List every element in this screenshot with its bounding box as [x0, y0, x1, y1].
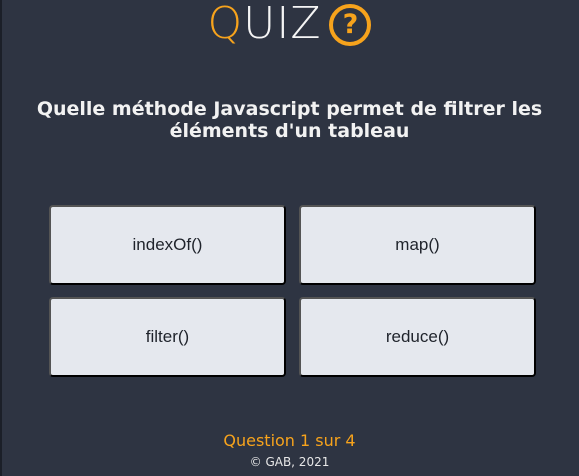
window-edge: [0, 0, 2, 476]
quiz-title-rest: UIZ: [243, 0, 322, 49]
quiz-header: QUIZ ?: [0, 0, 579, 48]
help-circle-icon: ?: [329, 3, 372, 46]
question-text: Quelle méthode Javascript permet de filt…: [36, 98, 543, 142]
answer-button-reduce[interactable]: reduce(): [299, 297, 536, 377]
answer-button-indexof[interactable]: indexOf(): [49, 205, 286, 285]
help-icon-glyph: ?: [342, 9, 359, 40]
quiz-title-first-letter: Q: [207, 0, 244, 49]
answer-button-map[interactable]: map(): [299, 205, 536, 285]
answer-button-filter[interactable]: filter(): [49, 297, 286, 377]
question-progress: Question 1 sur 4: [223, 431, 356, 450]
quiz-title: QUIZ: [208, 0, 322, 48]
footer-copyright: © GAB, 2021: [249, 455, 330, 469]
answer-grid: indexOf() map() filter() reduce(): [49, 205, 536, 377]
